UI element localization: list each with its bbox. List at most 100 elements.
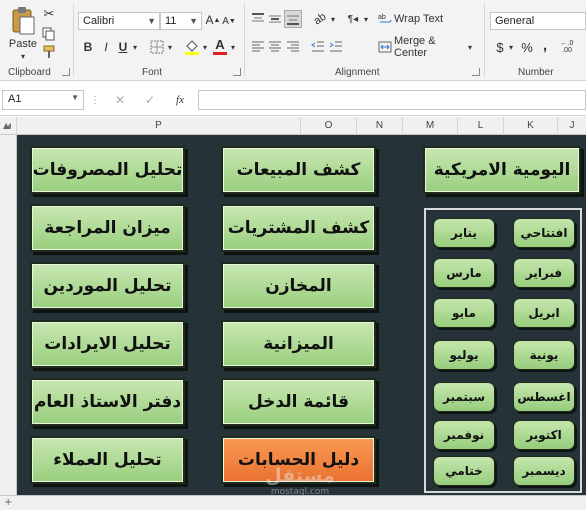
font-launcher-icon[interactable] (233, 68, 241, 76)
rtl-dropdown-icon[interactable]: ▾ (362, 14, 370, 24)
fill-dropdown-icon[interactable]: ▾ (201, 42, 209, 52)
column-header-o[interactable]: O (301, 117, 357, 135)
align-center-icon[interactable] (268, 40, 282, 54)
formula-bar-dots-icon: ⋮ (90, 94, 100, 106)
opening-button[interactable]: افتتاحي (513, 218, 575, 248)
inventory-button[interactable]: المخازن (221, 262, 376, 310)
align-middle-icon[interactable] (268, 12, 282, 26)
borders-icon[interactable] (150, 40, 164, 54)
month-october-button[interactable]: اكتوبر (513, 420, 575, 450)
align-right-icon[interactable] (286, 40, 300, 54)
general-ledger-button[interactable]: دفتر الاستاذ العام (30, 378, 185, 426)
wrap-text-icon[interactable]: ab (378, 12, 392, 26)
paste-button[interactable]: Paste (8, 38, 38, 50)
divider (484, 4, 485, 76)
increase-indent-icon[interactable] (329, 40, 343, 54)
paste-icon[interactable] (10, 6, 36, 36)
currency-button[interactable]: $ (494, 39, 506, 55)
column-header-k[interactable]: K (504, 117, 558, 135)
divider (244, 4, 245, 76)
merge-dropdown-icon[interactable]: ▾ (466, 42, 474, 52)
font-name-dropdown[interactable]: Calibri ▼ (78, 12, 160, 30)
currency-dropdown-icon[interactable]: ▾ (507, 42, 515, 52)
clipboard-launcher-icon[interactable] (62, 68, 70, 76)
month-november-button[interactable]: نوفمبر (433, 420, 495, 450)
customers-analysis-button[interactable]: تحليل العملاء (30, 436, 185, 484)
ribbon: Paste ▾ ✂ Clipboard Calibri ▼ 11 ▼ A ▲ A ▼ B… (0, 0, 586, 81)
bold-button[interactable]: B (81, 40, 95, 54)
formula-input[interactable] (198, 90, 586, 110)
font-color-button[interactable]: A (213, 37, 227, 52)
column-header-n[interactable]: N (357, 117, 403, 135)
format-painter-icon[interactable] (42, 45, 56, 59)
rtl-icon[interactable]: ¶◂ (345, 12, 361, 26)
align-left-icon[interactable] (251, 40, 265, 54)
column-header-p[interactable]: P (17, 117, 301, 135)
formula-bar: A1 ▼ ⋮ ✕ ✓ fx (0, 82, 586, 116)
fill-color-icon[interactable] (184, 38, 200, 56)
add-icon[interactable]: + (4, 497, 12, 508)
font-size-dropdown[interactable]: 11 ▼ (160, 12, 202, 30)
number-format-dropdown[interactable]: General (490, 12, 586, 30)
scroll-up-icon[interactable]: ▲ (3, 121, 9, 130)
number-group-label: Number (518, 67, 554, 78)
insert-function-icon[interactable]: fx (172, 93, 188, 107)
enter-icon[interactable]: ✓ (143, 93, 157, 107)
month-april-button[interactable]: ابريل (513, 298, 575, 328)
decrease-indent-icon[interactable] (311, 40, 325, 54)
italic-button[interactable]: I (99, 40, 113, 54)
month-march-button[interactable]: مارس (433, 258, 495, 288)
merge-center-icon[interactable] (378, 40, 392, 54)
name-box[interactable]: A1 ▼ (2, 90, 84, 110)
balance-sheet-button[interactable]: الميزانية (221, 320, 376, 368)
wrap-text-button[interactable]: Wrap Text (394, 12, 446, 26)
column-header-m[interactable]: M (403, 117, 458, 135)
cut-icon[interactable]: ✂ (42, 6, 56, 21)
underline-button[interactable]: U (116, 40, 130, 54)
borders-dropdown-icon[interactable]: ▾ (166, 42, 174, 52)
increase-decimal-icon[interactable]: ←.0.00 (556, 39, 578, 55)
bottom-scrollbar[interactable]: + (0, 495, 586, 510)
chevron-down-icon: ▼ (147, 16, 156, 26)
underline-dropdown-icon[interactable]: ▾ (131, 42, 139, 52)
income-statement-button[interactable]: قائمة الدخل (221, 378, 376, 426)
font-size-value: 11 (165, 15, 177, 27)
font-group-label: Font (142, 67, 163, 78)
month-september-button[interactable]: سبتمبر (433, 382, 495, 412)
alignment-launcher-icon[interactable] (472, 68, 480, 76)
month-may-button[interactable]: مايو (433, 298, 495, 328)
month-june-button[interactable]: يونية (513, 340, 575, 370)
watermark-arabic: مستقل (265, 465, 335, 487)
month-december-button[interactable]: ديسمبر (513, 456, 575, 486)
font-color-dropdown-icon[interactable]: ▾ (229, 42, 237, 52)
column-header-l[interactable]: L (458, 117, 504, 135)
number-format-value: General (495, 15, 535, 27)
trial-balance-button[interactable]: ميزان المراجعة (30, 204, 185, 252)
sales-statement-button[interactable]: كشف المبيعات (221, 146, 376, 194)
watermark: مستقل mostaql.com (240, 466, 360, 498)
percent-button[interactable]: % (520, 39, 534, 55)
align-bottom-icon[interactable] (284, 10, 302, 28)
month-february-button[interactable]: فبراير (513, 258, 575, 288)
expenses-analysis-button[interactable]: تحليل المصروفات (30, 146, 185, 194)
orientation-dropdown-icon[interactable]: ▾ (329, 14, 337, 24)
decrease-font-icon[interactable]: A ▼ (222, 14, 236, 28)
column-header-j[interactable]: J (558, 117, 586, 135)
increase-font-icon[interactable]: A ▲ (206, 12, 221, 28)
orientation-icon[interactable]: ab (309, 8, 332, 30)
revenues-analysis-button[interactable]: تحليل الايرادات (30, 320, 185, 368)
comma-button[interactable]: , (540, 37, 550, 54)
purchases-statement-button[interactable]: كشف المشتريات (221, 204, 376, 252)
copy-icon[interactable] (42, 27, 56, 41)
month-august-button[interactable]: اغسطس (513, 382, 575, 412)
month-january-button[interactable]: يناير (433, 218, 495, 248)
american-journal-button[interactable]: اليومية الامريكية (423, 146, 581, 194)
month-july-button[interactable]: يوليو (433, 340, 495, 370)
merge-center-button[interactable]: Merge & Center (394, 35, 466, 59)
column-headers: ◢ P O N M L K J (0, 117, 586, 135)
paste-dropdown-icon[interactable]: ▾ (18, 52, 28, 61)
suppliers-analysis-button[interactable]: تحليل الموردين (30, 262, 185, 310)
cancel-icon[interactable]: ✕ (113, 93, 127, 107)
closing-button[interactable]: ختامي (433, 456, 495, 486)
align-top-icon[interactable] (251, 12, 265, 26)
